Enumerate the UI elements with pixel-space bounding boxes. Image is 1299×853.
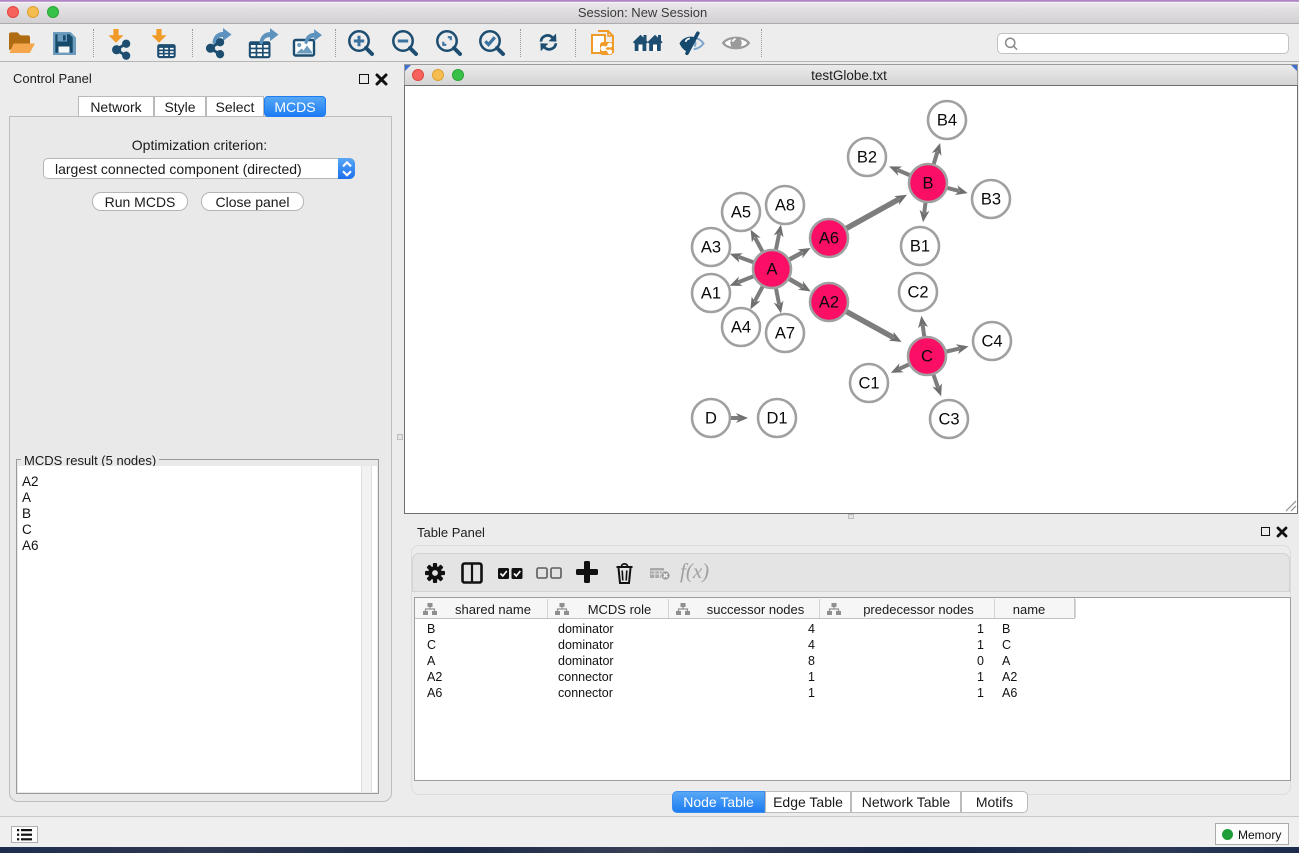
svg-text:C: C bbox=[921, 348, 933, 366]
svg-text:B2: B2 bbox=[857, 149, 877, 167]
svg-text:A5: A5 bbox=[731, 204, 751, 222]
svg-text:A2: A2 bbox=[819, 294, 839, 312]
svg-text:C2: C2 bbox=[907, 284, 928, 302]
svg-text:B1: B1 bbox=[910, 238, 930, 256]
svg-text:A6: A6 bbox=[819, 230, 839, 248]
svg-text:B4: B4 bbox=[937, 112, 957, 130]
svg-text:A8: A8 bbox=[775, 197, 795, 215]
svg-text:A3: A3 bbox=[701, 239, 721, 257]
svg-text:B3: B3 bbox=[981, 191, 1001, 209]
svg-text:C3: C3 bbox=[938, 411, 959, 429]
svg-text:D1: D1 bbox=[766, 410, 787, 428]
svg-text:C4: C4 bbox=[981, 333, 1002, 351]
svg-text:B: B bbox=[922, 175, 933, 193]
svg-text:A: A bbox=[766, 261, 777, 279]
svg-text:D: D bbox=[705, 410, 717, 428]
svg-text:A7: A7 bbox=[775, 325, 795, 343]
svg-text:C1: C1 bbox=[858, 375, 879, 393]
svg-text:A1: A1 bbox=[701, 285, 721, 303]
svg-text:A4: A4 bbox=[731, 319, 751, 337]
